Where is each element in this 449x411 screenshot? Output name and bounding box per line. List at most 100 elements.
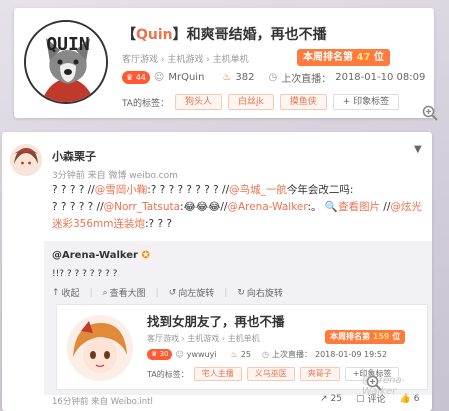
- text-seg: ? ? ? ? //: [52, 184, 95, 196]
- rank-value: 159: [372, 332, 390, 341]
- rotate-right-label: 向右旋转: [246, 289, 283, 299]
- rank-label: 本周排名第: [330, 332, 370, 341]
- anime-girl-avatar-icon: [67, 315, 133, 381]
- host-icon: ☺: [153, 72, 165, 83]
- repost-text: !!? ? ? ? ? ? ? ?: [52, 269, 118, 279]
- share-icon: ↗: [320, 393, 328, 404]
- tags-row: TA的标签： 狗头人 白丝jk 摸鱼侠 + 印象标签: [122, 94, 400, 110]
- mention-link[interactable]: @鸟城_一航: [229, 184, 287, 196]
- collapse-label: 收起: [61, 289, 80, 299]
- rotate-left-icon: ↺: [168, 287, 177, 298]
- post-time[interactable]: 3分钟前 来自 微博 weibo.com: [52, 168, 178, 181]
- tag-item[interactable]: 白丝jk: [227, 94, 274, 110]
- repost-user[interactable]: @Arena-Walker ✪: [52, 250, 150, 261]
- comment-label: 评论: [367, 395, 386, 405]
- magnify-icon: ⌕: [102, 287, 108, 298]
- user-avatar[interactable]: [10, 144, 42, 176]
- text-seg: :。: [307, 201, 322, 213]
- mention-link[interactable]: @Arena-Walker: [227, 201, 307, 213]
- divider: |: [155, 287, 159, 298]
- fire-count: 382: [235, 72, 255, 83]
- text-seg: //: [379, 201, 391, 213]
- repost-count: 25: [330, 393, 342, 404]
- repost-button[interactable]: ↗ 25: [320, 394, 342, 404]
- post-actions: ↗ 25 ▢ 评论 👍 6: [320, 392, 420, 406]
- text-seg: :? ? ? ? ? ? ? ? //: [147, 184, 230, 196]
- collapse-button[interactable]: ↑ 收起: [52, 286, 80, 300]
- level-badge: ♛ 30: [147, 349, 173, 360]
- shared-room-meta: ♛ 30 ☺ ywwuyi ♨ 25 ◷ 上次直播： 2018-01-09 19…: [147, 349, 387, 360]
- tags-label: TA的标签：: [122, 98, 169, 109]
- zoom-in-icon[interactable]: [422, 105, 438, 121]
- shared-category-breadcrumb[interactable]: 客厅游戏 › 主机游戏 › 主机单机: [147, 333, 260, 344]
- tag-item[interactable]: 爽哥子: [299, 367, 340, 381]
- tag-item[interactable]: 宅人主播: [193, 367, 242, 381]
- room-meta: ♛ 44 ☺ MrQuin ♨ 382 ◷ 上次直播： 2018-01-10 0…: [122, 70, 425, 85]
- rotate-right-button[interactable]: ↻ 向右旋转: [237, 286, 283, 300]
- category-breadcrumb[interactable]: 客厅游戏 › 主机游戏 › 主机单机: [122, 52, 249, 65]
- tags-label: TA的标签：: [147, 369, 189, 379]
- host-name[interactable]: MrQuin: [168, 72, 204, 83]
- verified-icon: ✪: [141, 250, 150, 261]
- clock-icon: ◷: [268, 72, 278, 83]
- dog-avatar-icon: QUIN: [26, 22, 106, 102]
- rotate-left-button[interactable]: ↺ 向左旋转: [168, 286, 215, 300]
- tag-item[interactable]: 摸鱼侠: [279, 94, 327, 110]
- clock-icon: ◷: [262, 350, 269, 359]
- weibo-post-card: 小森栗子 3分钟前 来自 微博 weibo.com ▼ ? ? ? ? //@雪…: [2, 132, 432, 411]
- repost-user-name: @Arena-Walker: [52, 250, 138, 261]
- room-title-host: Quin: [136, 27, 173, 43]
- mention-link[interactable]: @Norr_Tatsuta: [104, 201, 180, 213]
- user-name[interactable]: 小森栗子: [52, 148, 96, 164]
- add-tag-button[interactable]: + 印象标签: [332, 94, 400, 110]
- weekly-rank-badge: 本周排名第 47 位: [297, 49, 390, 66]
- text-seg: ? ? ? ? ? //: [52, 201, 104, 213]
- zoom-in-icon[interactable]: [366, 375, 382, 391]
- shared-weekly-rank-badge: 本周排名第 159 位: [325, 330, 406, 344]
- tag-item[interactable]: 狗头人: [174, 94, 222, 110]
- room-title-text: 和爽哥结婚，再也不播: [186, 27, 327, 43]
- view-image-link[interactable]: 🔍查看图片: [325, 201, 380, 213]
- last-live-label: 上次直播：: [281, 74, 332, 85]
- tag-item[interactable]: 义乌巫医: [246, 367, 295, 381]
- repost-source[interactable]: 16分钟前 来自 Weibo.intl: [52, 395, 153, 407]
- shared-host-avatar[interactable]: [67, 315, 133, 381]
- repost-box: @Arena-Walker ✪ !!? ? ? ? ? ? ? ? ↑ 收起 | …: [44, 241, 432, 397]
- rank-suffix: 位: [373, 52, 384, 63]
- fire-count: 25: [240, 350, 251, 359]
- text-seg: :😂😂😂//: [180, 201, 228, 213]
- chevron-down-icon[interactable]: ▼: [414, 144, 422, 155]
- host-avatar[interactable]: QUIN: [24, 20, 108, 104]
- like-button[interactable]: 👍 6: [400, 394, 420, 404]
- rotate-left-label: 向左旋转: [178, 289, 215, 299]
- last-live-time: 2018-01-10 08:09: [335, 72, 426, 83]
- level-badge: ♛ 44: [122, 71, 150, 84]
- room-title[interactable]: 【Quin】和爽哥结婚，再也不播: [122, 24, 327, 44]
- level-value: 30: [159, 350, 169, 358]
- room-title-bracket-close: 】: [172, 27, 187, 43]
- image-toolbar: ↑ 收起 | ⌕ 查看大图 | ↺ 向左旋转 | ↻ 向右旋转: [52, 286, 283, 300]
- rotate-right-icon: ↻: [237, 287, 245, 298]
- level-value: 44: [135, 73, 146, 82]
- anime-avatar-icon: [10, 144, 42, 176]
- divider: |: [89, 287, 93, 298]
- collapse-icon: ↑: [52, 287, 60, 298]
- comment-icon: ▢: [356, 393, 365, 404]
- view-large-label: 查看大图: [109, 289, 146, 299]
- view-large-button[interactable]: ⌕ 查看大图: [102, 286, 146, 300]
- last-live-time: 2018-01-09 19:52: [314, 350, 388, 359]
- rank-value: 47: [356, 52, 371, 63]
- host-name[interactable]: ywwuyi: [187, 350, 217, 359]
- fire-icon: ♨: [222, 72, 232, 83]
- live-room-card[interactable]: QUIN 【Quin】和爽哥结婚，再也不播 客厅游戏 › 主机游戏 › 主机单机…: [14, 8, 438, 121]
- shared-room-title[interactable]: 找到女朋友了，再也不播: [147, 311, 285, 330]
- avatar-text: QUIN: [46, 34, 89, 55]
- last-live-label: 上次直播：: [271, 350, 312, 359]
- rank-suffix: 位: [392, 332, 401, 341]
- like-count: 6: [413, 393, 420, 404]
- post-text: ? ? ? ? //@雪岡小鞠:? ? ? ? ? ? ? ? //@鸟城_一航…: [52, 182, 424, 233]
- mention-link[interactable]: @雪岡小鞠: [95, 184, 148, 196]
- comment-button[interactable]: ▢ 评论: [356, 392, 386, 406]
- thumbs-up-icon: 👍: [399, 393, 411, 404]
- room-title-bracket-open: 【: [122, 27, 136, 43]
